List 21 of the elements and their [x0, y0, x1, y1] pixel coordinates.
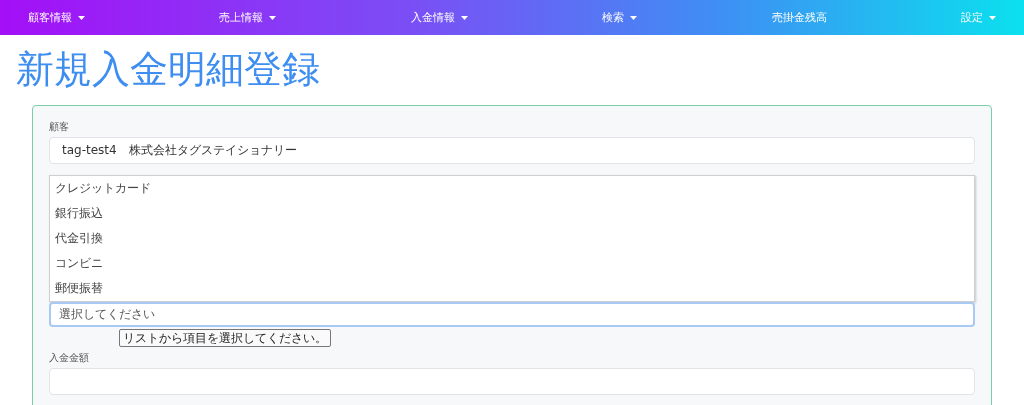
nav-menu[interactable]: 検索: [602, 10, 638, 25]
dropdown-option[interactable]: 代金引換: [50, 225, 974, 251]
amount-field[interactable]: [49, 367, 975, 395]
dropdown-option[interactable]: クレジットカード: [50, 175, 974, 201]
customer-field[interactable]: tag-test4 株式会社タグステイショナリー: [49, 136, 975, 164]
page-title: 新規入金明細登録: [16, 47, 321, 93]
caret-icon: [630, 15, 638, 20]
caret-icon: [269, 15, 277, 20]
payment-method-field[interactable]: 選択してください: [49, 301, 975, 327]
dropdown-option[interactable]: コンビニ: [50, 250, 974, 276]
dropdown-option[interactable]: 郵便振替: [50, 275, 974, 301]
nav-menu[interactable]: 入金情報: [410, 10, 468, 25]
caret-icon: [460, 15, 468, 20]
dropdown-option[interactable]: 銀行振込: [50, 200, 974, 226]
validation-tooltip: リストから項目を選択してください。: [119, 328, 331, 347]
nav-menu[interactable]: 売上情報: [219, 10, 277, 25]
caret-icon: [988, 15, 996, 20]
caret-icon: [78, 15, 85, 20]
nav-menu[interactable]: 顧客情報: [28, 10, 85, 25]
field-label: 顧客: [49, 119, 70, 134]
field-label: 入金金額: [49, 350, 90, 365]
